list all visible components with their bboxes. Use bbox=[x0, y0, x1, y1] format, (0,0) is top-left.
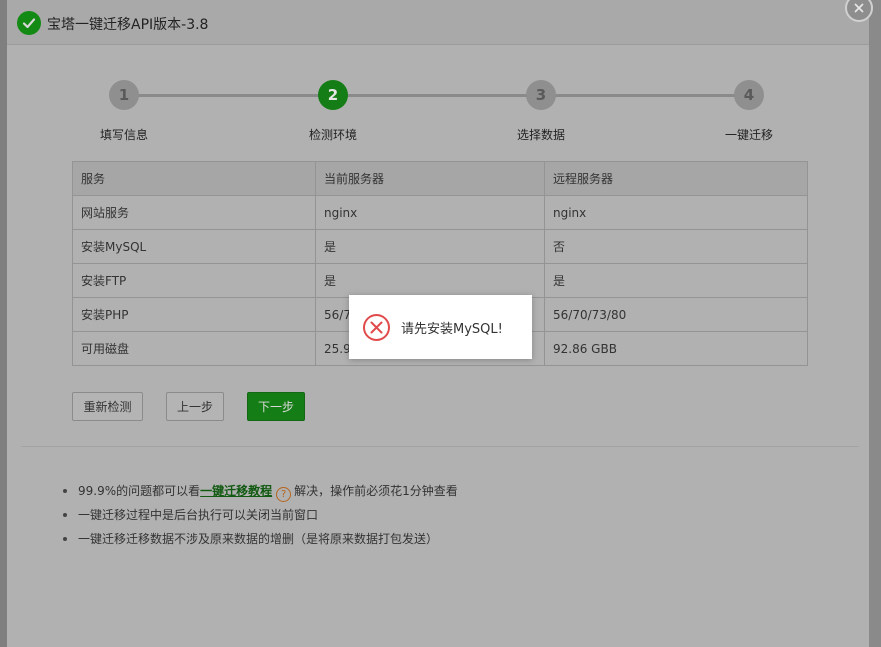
header-current-server: 当前服务器 bbox=[315, 161, 545, 196]
dialog-header: 宝塔一键迁移API版本-3.8 bbox=[7, 0, 873, 45]
header-service: 服务 bbox=[72, 161, 316, 196]
table-cell: 可用磁盘 bbox=[72, 331, 316, 366]
step-4-number: 4 bbox=[734, 80, 764, 110]
table-row: 安装MySQL 是 否 bbox=[72, 229, 808, 264]
step-3-label: 选择数据 bbox=[516, 128, 565, 142]
table-cell: 安装PHP bbox=[72, 297, 316, 332]
progress-stepper: 1 填写信息 2 检测环境 3 选择数据 4 一键迁移 bbox=[7, 80, 869, 150]
tips-list: 99.9%的问题都可以看一键迁移教程? 解决，操作前必须花1分钟查看 一键迁移过程… bbox=[61, 480, 458, 552]
step-1: 1 填写信息 bbox=[64, 80, 184, 143]
table-cell: 是 bbox=[544, 263, 808, 298]
table-cell: 安装FTP bbox=[72, 263, 316, 298]
step-3-number: 3 bbox=[526, 80, 556, 110]
list-item: 99.9%的问题都可以看一键迁移教程? 解决，操作前必须花1分钟查看 bbox=[61, 480, 458, 504]
table-cell: 网站服务 bbox=[72, 195, 316, 230]
next-step-button[interactable]: 下一步 bbox=[247, 392, 305, 421]
table-cell: 安装MySQL bbox=[72, 229, 316, 264]
stepper-line bbox=[137, 94, 749, 97]
table-cell: nginx bbox=[544, 195, 808, 230]
step-1-label: 填写信息 bbox=[99, 128, 148, 142]
error-x-icon bbox=[363, 313, 390, 341]
divider bbox=[21, 446, 859, 447]
error-toast: 请先安装MySQL! bbox=[349, 295, 532, 359]
table-cell: 56/70/73/80 bbox=[544, 297, 808, 332]
background-page-right bbox=[869, 0, 881, 647]
close-button[interactable] bbox=[845, 0, 873, 22]
help-icon[interactable]: ? bbox=[276, 487, 292, 502]
list-item: 一键迁移迁移数据不涉及原来数据的增删（是将原来数据打包发送） bbox=[61, 528, 458, 552]
step-4-label: 一键迁移 bbox=[724, 128, 773, 142]
tutorial-link[interactable]: 一键迁移教程 bbox=[200, 484, 272, 498]
previous-step-button[interactable]: 上一步 bbox=[166, 392, 224, 421]
step-2-number: 2 bbox=[318, 80, 348, 110]
table-cell: 是 bbox=[315, 263, 545, 298]
list-item: 一键迁移过程中是后台执行可以关闭当前窗口 bbox=[61, 504, 458, 528]
tip-text: 99.9%的问题都可以看 bbox=[78, 484, 201, 498]
background-page-left bbox=[0, 0, 7, 647]
tip-text: 解决，操作前必须花1分钟查看 bbox=[294, 484, 458, 498]
toast-message: 请先安装MySQL! bbox=[401, 321, 503, 337]
header-remote-server: 远程服务器 bbox=[544, 161, 808, 196]
table-row: 网站服务 nginx nginx bbox=[72, 195, 808, 230]
step-1-number: 1 bbox=[109, 80, 139, 110]
table-cell: 否 bbox=[544, 229, 808, 264]
step-3: 3 选择数据 bbox=[481, 80, 601, 143]
step-2: 2 检测环境 bbox=[273, 80, 393, 143]
table-cell: 是 bbox=[315, 229, 545, 264]
close-icon bbox=[854, 3, 864, 13]
step-4: 4 一键迁移 bbox=[689, 80, 809, 143]
recheck-button[interactable]: 重新检测 bbox=[72, 392, 143, 421]
check-circle-icon bbox=[17, 11, 41, 35]
dialog-title: 宝塔一键迁移API版本-3.8 bbox=[47, 17, 209, 33]
table-cell: 92.86 GBB bbox=[544, 331, 808, 366]
table-cell: nginx bbox=[315, 195, 545, 230]
table-row: 安装FTP 是 是 bbox=[72, 263, 808, 298]
table-header-row: 服务 当前服务器 远程服务器 bbox=[72, 161, 808, 196]
step-2-label: 检测环境 bbox=[308, 128, 357, 142]
